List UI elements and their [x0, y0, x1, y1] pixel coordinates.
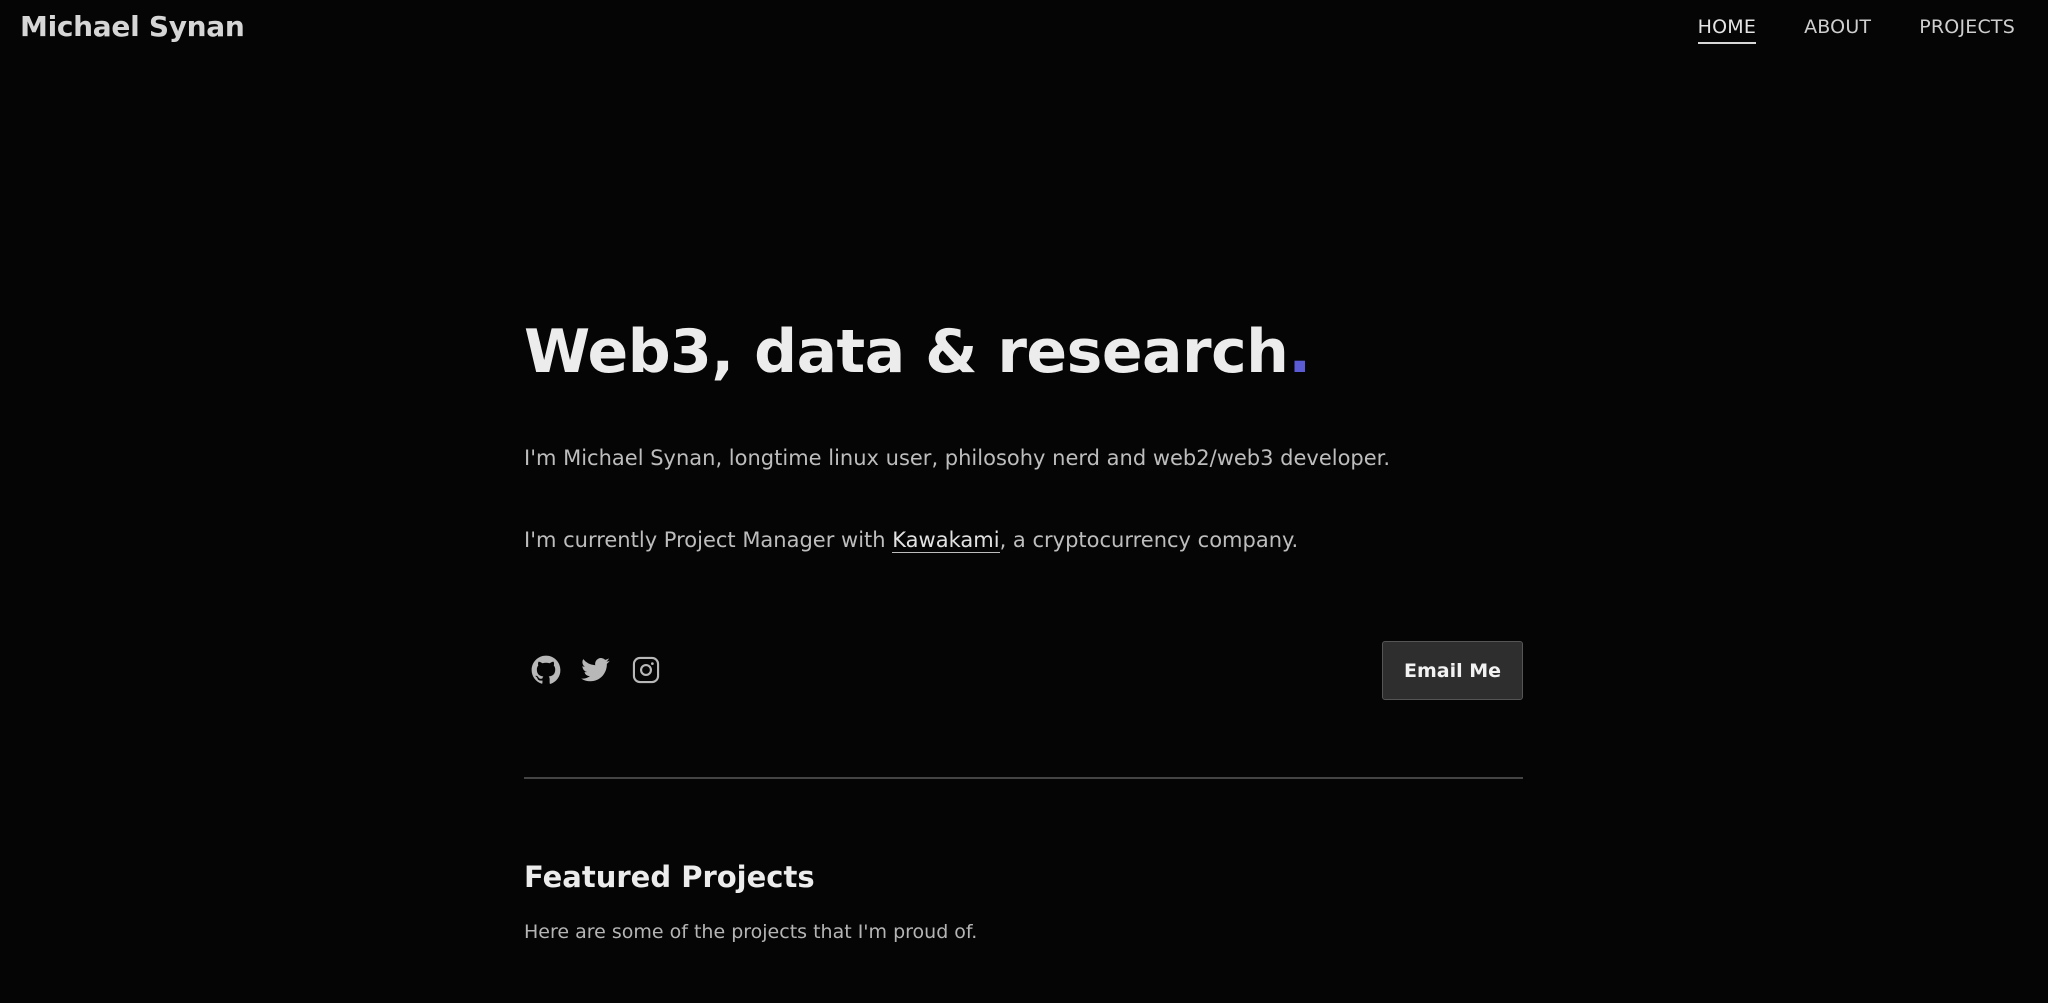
headline-accent-dot: . — [1288, 317, 1311, 387]
twitter-icon[interactable] — [580, 654, 612, 686]
site-header: Michael Synan HOME ABOUT PROJECTS — [0, 0, 2048, 58]
current-role-suffix: , a cryptocurrency company. — [999, 528, 1299, 552]
current-role-prefix: I'm currently Project Manager with — [524, 528, 893, 552]
social-links — [530, 654, 662, 686]
nav-about[interactable]: ABOUT — [1804, 16, 1871, 44]
featured-projects-subtitle: Here are some of the projects that I'm p… — [524, 921, 978, 943]
email-me-button[interactable]: Email Me — [1382, 641, 1523, 700]
kawakami-link[interactable]: Kawakami — [892, 528, 1000, 553]
github-icon[interactable] — [530, 654, 562, 686]
current-role-text: I'm currently Project Manager with Kawak… — [524, 528, 1299, 553]
featured-projects-title: Featured Projects — [524, 860, 815, 894]
brand-logo[interactable]: Michael Synan — [20, 10, 245, 43]
nav-projects[interactable]: PROJECTS — [1919, 16, 2015, 44]
section-divider — [524, 777, 1523, 779]
instagram-icon[interactable] — [630, 654, 662, 686]
nav-home[interactable]: HOME — [1697, 16, 1757, 44]
hero-headline: Web3, data & research. — [524, 318, 1524, 386]
page: Michael Synan HOME ABOUT PROJECTS Web3, … — [0, 0, 2048, 1003]
headline-text: Web3, data & research — [524, 317, 1289, 387]
main-nav: HOME ABOUT PROJECTS — [1697, 16, 2015, 44]
hero-section: Web3, data & research. — [524, 318, 1524, 386]
intro-text: I'm Michael Synan, longtime linux user, … — [524, 446, 1391, 470]
